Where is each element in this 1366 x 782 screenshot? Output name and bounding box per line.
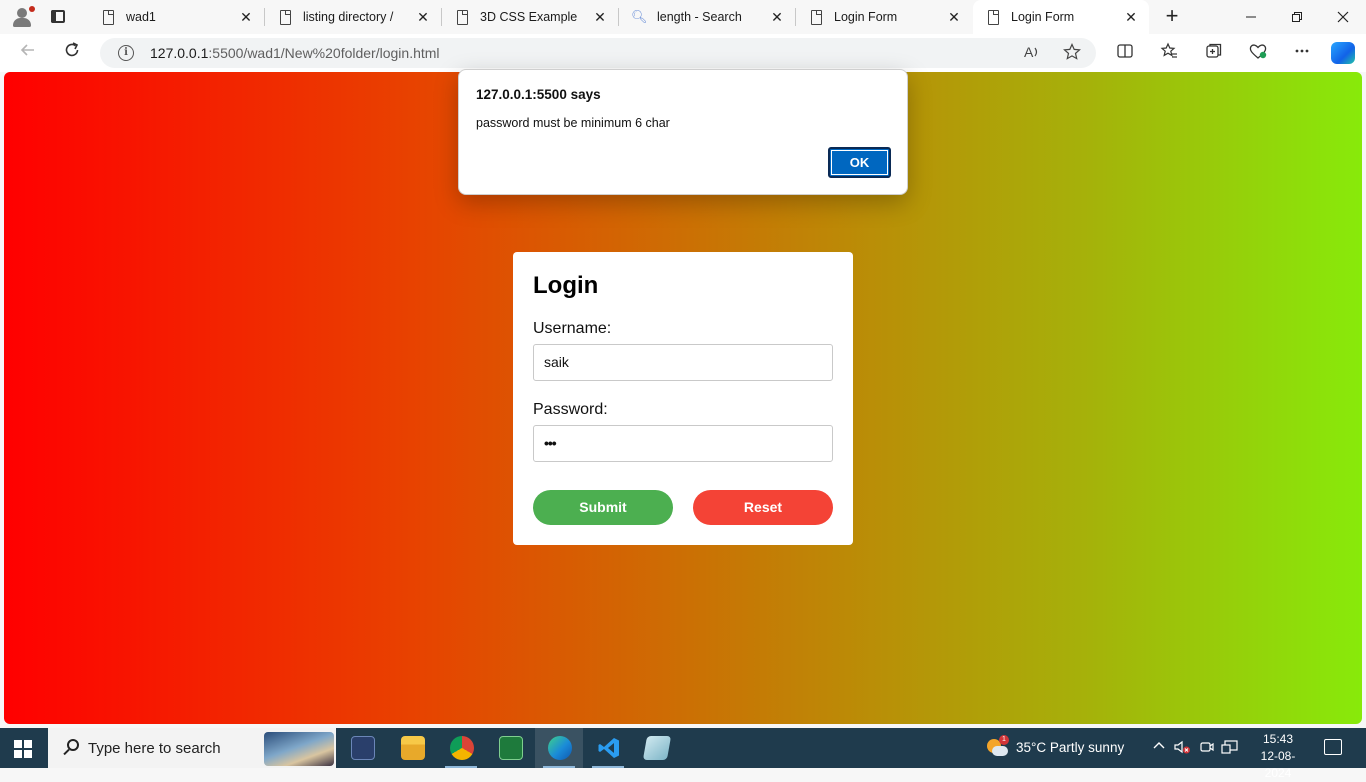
weather-badge: 1 bbox=[999, 735, 1009, 745]
taskbar-app-terminal[interactable] bbox=[338, 728, 386, 768]
close-icon[interactable]: ✕ bbox=[590, 7, 610, 27]
login-form: Login Username: saik Password: ••• Submi… bbox=[513, 252, 853, 545]
password-input[interactable]: ••• bbox=[533, 425, 833, 462]
tab-title: Login Form bbox=[834, 10, 898, 24]
search-highlight-image[interactable] bbox=[264, 732, 334, 766]
page-icon bbox=[985, 9, 1001, 25]
address-bar[interactable]: i 127.0.0.1:5500/wad1/New%20folder/login… bbox=[100, 38, 1096, 68]
close-icon[interactable]: ✕ bbox=[767, 7, 787, 27]
system-clock[interactable]: 15:43 12-08-2024 bbox=[1250, 731, 1306, 782]
page-icon bbox=[277, 9, 293, 25]
clock-time: 15:43 bbox=[1262, 732, 1294, 746]
alert-ok-button[interactable]: OK bbox=[828, 147, 891, 178]
username-label: Username: bbox=[533, 320, 612, 337]
close-icon[interactable]: ✕ bbox=[236, 7, 256, 27]
tab-actions-icon[interactable] bbox=[50, 9, 66, 25]
vscode-icon bbox=[597, 736, 621, 760]
restore-button[interactable] bbox=[1274, 0, 1320, 34]
spreadsheet-app-icon bbox=[499, 736, 523, 760]
submit-button[interactable]: Submit bbox=[533, 490, 673, 525]
weather-text[interactable]: 35°C Partly sunny bbox=[1016, 740, 1124, 755]
taskbar-app-vscode[interactable] bbox=[584, 728, 632, 768]
tab-title: listing directory / bbox=[303, 10, 394, 24]
more-options-icon[interactable] bbox=[1291, 42, 1313, 64]
site-info-icon[interactable]: i bbox=[118, 45, 134, 61]
minimize-button[interactable] bbox=[1228, 0, 1274, 34]
notification-center-icon[interactable] bbox=[1324, 739, 1342, 755]
tab-title: 3D CSS Example bbox=[480, 10, 578, 24]
tab-title: Login Form bbox=[1011, 10, 1075, 24]
reset-button[interactable]: Reset bbox=[693, 490, 833, 525]
refresh-icon bbox=[65, 42, 79, 57]
close-icon[interactable]: ✕ bbox=[944, 7, 964, 27]
tab-title: wad1 bbox=[126, 10, 156, 24]
tab-listing-directory[interactable]: listing directory / ✕ bbox=[265, 0, 441, 34]
tab-title: length - Search bbox=[657, 10, 742, 24]
tab-wad1[interactable]: wad1 ✕ bbox=[88, 0, 264, 34]
close-icon[interactable]: ✕ bbox=[1121, 7, 1141, 27]
tab-strip: wad1 ✕ listing directory / ✕ 3D CSS Exam… bbox=[0, 0, 1366, 34]
browser-essentials-icon[interactable] bbox=[1247, 42, 1269, 64]
taskbar: Type here to search 1 35°C Partly sunny bbox=[0, 728, 1366, 780]
network-icon[interactable] bbox=[1221, 739, 1239, 757]
minimize-icon bbox=[1246, 16, 1256, 18]
url-host: 127.0.0.1 bbox=[150, 45, 209, 61]
alert-dialog: 127.0.0.1:5500 says password must be min… bbox=[458, 69, 908, 195]
alert-title: 127.0.0.1:5500 says bbox=[476, 87, 601, 102]
login-heading: Login bbox=[533, 272, 599, 299]
back-button[interactable] bbox=[16, 41, 40, 65]
copilot-icon[interactable] bbox=[1331, 42, 1355, 64]
speaker-muted-icon[interactable] bbox=[1173, 739, 1191, 757]
terminal-app-icon bbox=[351, 736, 375, 760]
restore-icon bbox=[1292, 12, 1302, 22]
collections-icon[interactable] bbox=[1203, 42, 1225, 64]
meet-now-icon[interactable] bbox=[1198, 739, 1216, 757]
read-aloud-icon[interactable]: A bbox=[1022, 43, 1042, 63]
profile-avatar-icon[interactable] bbox=[10, 5, 35, 29]
page-icon bbox=[454, 9, 470, 25]
page-icon bbox=[808, 9, 824, 25]
notes-app-icon bbox=[642, 736, 672, 760]
favorites-icon[interactable] bbox=[1158, 42, 1180, 64]
folder-icon bbox=[401, 736, 425, 760]
split-screen-icon[interactable] bbox=[1114, 42, 1136, 64]
taskbar-app-edge[interactable] bbox=[535, 728, 583, 768]
chrome-icon bbox=[450, 736, 474, 760]
tab-login-form[interactable]: Login Form ✕ bbox=[796, 0, 972, 34]
url-path: :5500/wad1/New%20folder/login.html bbox=[208, 45, 440, 61]
password-label: Password: bbox=[533, 401, 608, 418]
close-window-button[interactable] bbox=[1320, 0, 1366, 34]
tab-length-search[interactable]: 🔍︎ length - Search ✕ bbox=[619, 0, 795, 34]
favorite-star-icon[interactable] bbox=[1062, 43, 1082, 63]
tab-3d-css-example[interactable]: 3D CSS Example ✕ bbox=[442, 0, 618, 34]
clock-date: 12-08-2024 bbox=[1260, 749, 1296, 780]
alert-message: password must be minimum 6 char bbox=[476, 116, 670, 130]
username-input[interactable]: saik bbox=[533, 344, 833, 381]
back-arrow-icon bbox=[20, 44, 34, 56]
new-tab-button[interactable]: + bbox=[1160, 4, 1184, 28]
close-icon bbox=[1337, 11, 1349, 23]
page-icon bbox=[100, 9, 116, 25]
taskbar-search-box[interactable]: Type here to search bbox=[48, 728, 336, 768]
taskbar-app-sheets[interactable] bbox=[486, 728, 534, 768]
taskbar-search-placeholder: Type here to search bbox=[88, 740, 221, 757]
form-buttons: Submit Reset bbox=[533, 490, 833, 525]
windows-start-icon[interactable] bbox=[14, 740, 32, 758]
weather-icon[interactable]: 1 bbox=[985, 735, 1009, 759]
taskbar-app-chrome[interactable] bbox=[437, 728, 485, 768]
svg-text:A: A bbox=[1024, 44, 1034, 60]
edge-icon bbox=[548, 736, 572, 760]
refresh-button[interactable] bbox=[60, 41, 84, 65]
taskbar-app-file-explorer[interactable] bbox=[388, 728, 436, 768]
chevron-up-icon[interactable] bbox=[1150, 739, 1168, 757]
browser-toolbar: i 127.0.0.1:5500/wad1/New%20folder/login… bbox=[0, 34, 1366, 72]
search-icon bbox=[62, 738, 82, 758]
close-icon[interactable]: ✕ bbox=[413, 7, 433, 27]
search-icon: 🔍︎ bbox=[631, 9, 648, 24]
taskbar-app-notes[interactable] bbox=[632, 728, 680, 768]
tab-login-form-active[interactable]: Login Form ✕ bbox=[973, 0, 1149, 34]
url-text[interactable]: 127.0.0.1:5500/wad1/New%20folder/login.h… bbox=[150, 45, 440, 61]
